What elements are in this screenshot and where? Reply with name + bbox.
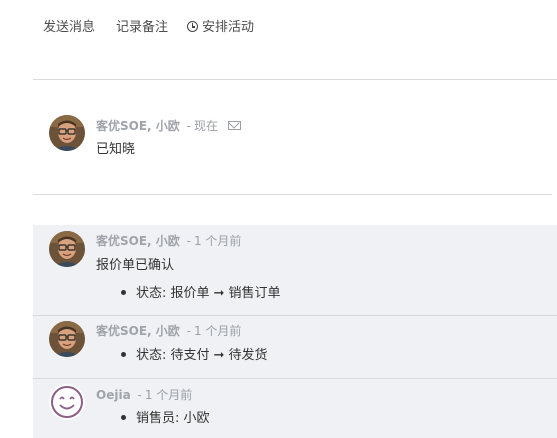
message-meta: 客优SOE, 小欧 - 现在 [96,117,241,134]
meta-separator: - [137,388,142,402]
man-with-glasses-avatar-icon [49,115,85,151]
tracking-value: 状态: 报价单 ➞ 销售订单 [121,282,280,301]
man-with-glasses-avatar-icon [49,231,85,267]
author-name[interactable]: 客优SOE, 小欧 [96,324,180,338]
bullet [121,290,126,295]
author-name[interactable]: Oejia [96,388,131,402]
avatar[interactable] [49,321,85,357]
avatar[interactable] [49,384,85,420]
tracking-new-value: 小欧 [183,411,210,426]
divider [33,79,557,80]
smiley-avatar-icon [49,384,85,420]
tracking-value: 状态: 待支付 ➞ 待发货 [121,344,267,363]
message-body: 已知晓 [96,142,136,157]
message-meta: Oejia -1 个月前 [96,386,192,403]
tracking-value: 销售员: 小欧 [121,407,210,426]
message-body: 报价单已确认 [96,258,175,273]
divider [33,194,552,195]
chatter-topbar: 发送消息 记录备注 安排活动 [0,0,557,48]
message-meta: 客优SOE, 小欧 -1 个月前 [96,232,241,249]
schedule-activity-label: 安排活动 [202,20,255,35]
message-item: 客优SOE, 小欧 -1 个月前 状态: 待支付 ➞ 待发货 [33,316,557,378]
message-time: 现在 [193,119,218,133]
bullet [121,352,126,357]
envelope-icon[interactable] [227,121,241,130]
tracking-field: 状态: [136,348,167,363]
author-name[interactable]: 客优SOE, 小欧 [96,119,180,133]
arrow-right-icon: ➞ [213,348,225,363]
tracking-old-value: 待支付 [170,348,210,363]
author-name[interactable]: 客优SOE, 小欧 [96,234,180,248]
arrow-right-icon: ➞ [213,286,225,301]
message-item: 客优SOE, 小欧 -1 个月前 报价单已确认 状态: 报价单 ➞ 销售订单 [33,225,557,315]
avatar[interactable] [49,115,85,151]
message-meta: 客优SOE, 小欧 -1 个月前 [96,322,241,339]
message-item: 客优SOE, 小欧 - 现在 已知晓 [33,100,557,170]
tracking-new-value: 待发货 [228,348,268,363]
meta-separator: - [186,324,191,338]
message-time: 1 个月前 [144,388,193,402]
tracking-field: 状态: [136,286,167,301]
message-time: 1 个月前 [193,234,242,248]
meta-separator: - [186,119,191,133]
message-time: 1 个月前 [193,324,242,338]
tracking-field: 销售员: [136,411,180,426]
log-note-button[interactable]: 记录备注 [116,16,168,35]
message-item: Oejia -1 个月前 销售员: 小欧 [33,379,557,438]
avatar[interactable] [49,231,85,267]
send-message-button[interactable]: 发送消息 [43,16,95,35]
clock-icon [187,21,198,32]
bullet [121,415,126,420]
schedule-activity-button[interactable]: 安排活动 [187,16,254,35]
tracking-old-value: 报价单 [170,286,210,301]
meta-separator: - [186,234,191,248]
man-with-glasses-avatar-icon [49,321,85,357]
tracking-new-value: 销售订单 [228,286,281,301]
